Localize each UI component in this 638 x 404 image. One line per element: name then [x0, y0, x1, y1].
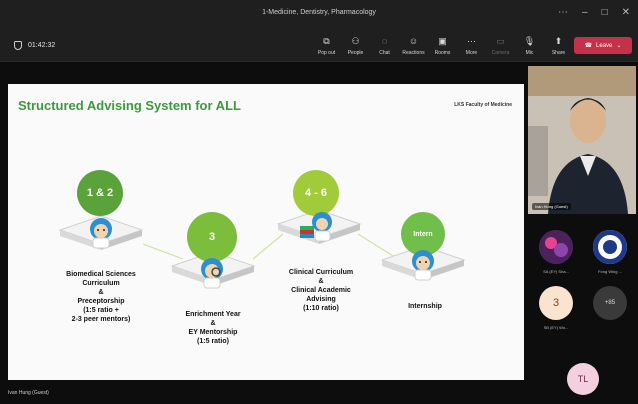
node-3-line-5: (1:10 ratio)	[303, 305, 339, 312]
shared-slide: Structured Advising System for ALL LKS F…	[8, 84, 524, 380]
video-participant-name: Ivan Hung (Guest)	[532, 203, 571, 210]
participant-name: Fong Wing ...	[598, 269, 622, 274]
node-2-line-1: Enrichment Year	[185, 311, 241, 318]
node-3-label: Clinical Curriculum & Clinical Academic …	[266, 268, 376, 313]
leave-label: Leave	[596, 42, 613, 49]
presenter-video-feed	[528, 66, 636, 214]
leave-button[interactable]: ☎ Leave ⌄	[574, 37, 632, 54]
node-1-label: Biomedical Sciences Curriculum & Precept…	[46, 270, 156, 324]
rooms-label: Rooms	[434, 50, 451, 56]
reactions-button[interactable]: ☺ Reactions	[399, 34, 428, 56]
timer-text: 01:42:32	[28, 42, 56, 49]
window-controls: ⋯ – □ ✕	[558, 7, 630, 18]
popout-label: Pop out	[317, 50, 336, 56]
more-count: +85	[593, 286, 627, 320]
node-1-line-2: Curriculum	[82, 280, 120, 287]
reactions-label: Reactions	[402, 50, 425, 56]
crest-icon	[593, 230, 627, 264]
camera-icon: ▭	[496, 35, 505, 46]
node-1-line-4: Preceptorship	[77, 298, 125, 305]
mascot-intern-icon	[412, 250, 434, 281]
participant-name: SB (EY) Wo...	[543, 325, 569, 330]
node-1-line-6: 2-3 peer mentors)	[71, 316, 131, 323]
close-icon[interactable]: ✕	[622, 7, 630, 18]
avatar	[593, 230, 627, 264]
maximize-icon[interactable]: □	[602, 7, 608, 18]
chevron-down-icon[interactable]: ⌄	[616, 42, 621, 49]
more-options-icon[interactable]: ⋯	[558, 7, 568, 18]
avatar-image	[539, 230, 573, 264]
node-2-line-2: &	[210, 320, 216, 327]
year-3-badge: 3	[187, 212, 237, 262]
toolbar-tools: ⧉ Pop out ⚇ People ◌ Chat ☺ Reactions ▣ …	[312, 34, 573, 57]
year-1-2-badge: 1 & 2	[77, 170, 123, 216]
chat-button[interactable]: ◌ Chat	[370, 34, 399, 56]
self-avatar[interactable]: TL	[567, 363, 599, 395]
avatar	[539, 230, 573, 264]
participant-name: SA (EY) Sha...	[543, 269, 569, 274]
node-1-line-3: &	[98, 289, 104, 296]
node-1-line-1: Biomedical Sciences	[66, 271, 136, 278]
node-1-line-5: (1:5 ratio +	[83, 307, 119, 314]
share-icon: ⬆	[554, 35, 563, 46]
node-2-line-3: EY Mentorship	[188, 329, 238, 336]
node-4-label: Internship	[380, 302, 470, 311]
more-button[interactable]: ⋯ More	[457, 34, 486, 57]
participant-tile[interactable]: Fong Wing ...	[587, 230, 633, 274]
reactions-icon: ☺	[408, 36, 419, 46]
rooms-button[interactable]: ▣ Rooms	[428, 34, 457, 57]
mic-button[interactable]: 🎙 Mic	[515, 34, 544, 57]
chat-label: Chat	[379, 50, 390, 56]
more-icon: ⋯	[467, 35, 476, 46]
popout-icon: ⧉	[323, 35, 330, 46]
minimize-icon[interactable]: –	[582, 7, 588, 18]
share-button[interactable]: ⬆ Share	[544, 34, 573, 57]
more-participants-button[interactable]: +85	[587, 286, 633, 320]
mic-icon: 🎙	[523, 35, 536, 46]
more-label: More	[465, 50, 478, 56]
mascot-doctor-icon	[90, 218, 112, 249]
node-2-line-4: (1:5 ratio)	[197, 338, 229, 345]
phone-icon: ☎	[584, 43, 593, 49]
participant-tile[interactable]: 3 SB (EY) Wo...	[533, 286, 579, 330]
node-4-line-1: Internship	[408, 303, 442, 310]
popout-button[interactable]: ⧉ Pop out	[312, 34, 341, 57]
camera-label: Camera	[491, 50, 510, 56]
share-label: Share	[551, 50, 566, 56]
presenter-nameplate: Ivan Hung (Guest)	[8, 390, 49, 396]
chat-icon: ◌	[381, 36, 388, 46]
people-button[interactable]: ⚇ People	[341, 34, 370, 57]
node-3-line-3: Clinical Academic	[291, 287, 351, 294]
node-3-line-2: &	[318, 278, 324, 285]
rooms-icon: ▣	[438, 35, 447, 46]
shield-icon	[14, 41, 22, 50]
window-titlebar: 1-Medicine, Dentistry, Pharmacology ⋯ – …	[0, 0, 638, 30]
mic-label: Mic	[525, 50, 534, 56]
meeting-timer: 01:42:32	[14, 41, 55, 50]
presenter-video-tile[interactable]: Ivan Hung (Guest)	[528, 66, 636, 214]
mascot-researcher-icon	[201, 258, 223, 289]
meeting-toolbar: 01:42:32 ⧉ Pop out ⚇ People ◌ Chat ☺ Rea…	[0, 30, 638, 62]
mascot-reader-icon	[300, 212, 332, 242]
people-label: People	[347, 50, 364, 56]
camera-button[interactable]: ▭ Camera	[486, 34, 515, 57]
people-icon: ⚇	[351, 35, 360, 46]
node-3-line-4: Advising	[306, 296, 336, 303]
node-2-label: Enrichment Year & EY Mentorship (1:5 rat…	[158, 310, 268, 346]
avatar: 3	[539, 286, 573, 320]
window-title: 1-Medicine, Dentistry, Pharmacology	[262, 9, 376, 16]
node-3-line-1: Clinical Curriculum	[288, 269, 354, 276]
participant-tile[interactable]: SA (EY) Sha...	[533, 230, 579, 274]
